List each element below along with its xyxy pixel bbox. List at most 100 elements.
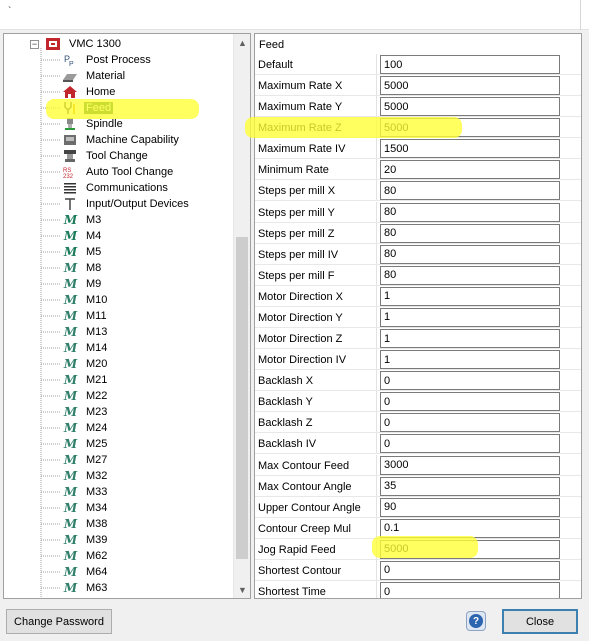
tree-item-feed[interactable]: Feed [62, 100, 114, 116]
tree-item-post-process[interactable]: P P Post Process [62, 52, 153, 68]
property-label: Backlash IV [258, 438, 317, 451]
tree-item-input-output-devices[interactable]: Input/Output Devices [62, 196, 191, 212]
tree-item-tool-change[interactable]: Tool Change [62, 148, 150, 164]
maximum-rate-x-input[interactable] [380, 76, 560, 96]
backlash-z-input[interactable] [380, 413, 560, 433]
tree-item-m3[interactable]: M M3 [62, 212, 103, 228]
m-code-icon: M [63, 389, 77, 403]
tree-item-m62[interactable]: M M62 [62, 548, 109, 564]
tree-item-m34[interactable]: M M34 [62, 500, 109, 516]
tree-item-m39[interactable]: M M39 [62, 532, 109, 548]
property-label: Maximum Rate X [258, 80, 343, 93]
motor-direction-z-input[interactable] [380, 329, 560, 349]
auto-tool-change-icon: RS 232 [62, 165, 78, 179]
tree-item-label: Input/Output Devices [86, 198, 189, 210]
scroll-down-icon[interactable]: ▼ [234, 581, 250, 598]
tree-root-node[interactable]: − VMC 1300 [30, 36, 123, 52]
column-divider [376, 96, 377, 118]
steps-per-mill-iv-input[interactable] [380, 244, 560, 264]
tree-item-m13[interactable]: M M13 [62, 324, 109, 340]
change-password-button[interactable]: Change Password [6, 609, 112, 634]
tree-item-m20[interactable]: M M20 [62, 356, 109, 372]
tree-item-m4[interactable]: M M4 [62, 228, 103, 244]
motor-direction-iv-input[interactable] [380, 350, 560, 370]
property-row-shortest-time: Shortest Time [255, 581, 581, 598]
column-divider [376, 328, 377, 350]
scroll-thumb[interactable] [236, 237, 248, 559]
tree-item-m27[interactable]: M M27 [62, 452, 109, 468]
tree-item-m32[interactable]: M M32 [62, 468, 109, 484]
tree-item-m63[interactable]: M M63 [62, 580, 109, 596]
m-code-icon: M [63, 229, 77, 243]
tree-scrollbar[interactable]: ▲ ▼ [233, 34, 250, 598]
max-contour-angle-input[interactable] [380, 476, 560, 496]
backlash-y-input[interactable] [380, 392, 560, 412]
tree-item-label: M8 [86, 262, 102, 274]
machine-tree[interactable]: − VMC 1300 P P Post Process Material Home Fee… [3, 33, 251, 599]
backlash-iv-input[interactable] [380, 434, 560, 454]
tree-item-m10[interactable]: M M10 [62, 292, 109, 308]
tree-item-auto-tool-change[interactable]: RS 232 Auto Tool Change [62, 164, 175, 180]
column-divider [376, 117, 377, 139]
tree-item-m24[interactable]: M M24 [62, 420, 109, 436]
property-label: Steps per mill F [258, 269, 335, 282]
tree-item-communications[interactable]: Communications [62, 180, 170, 196]
default-input[interactable] [380, 55, 560, 74]
maximum-rate-y-input[interactable] [380, 97, 560, 117]
tree-item-label: M33 [86, 486, 108, 498]
tree-item-spindle[interactable]: Spindle [62, 116, 125, 132]
tree-item-m9[interactable]: M M9 [62, 276, 103, 292]
tree-item-m38[interactable]: M M38 [62, 516, 109, 532]
column-divider [376, 306, 377, 328]
tree-item-label: Spindle [86, 118, 123, 130]
tree-item-label: M20 [86, 358, 108, 370]
m-code-icon: M [63, 565, 77, 579]
help-button[interactable]: ? [466, 611, 486, 631]
steps-per-mill-y-input[interactable] [380, 202, 560, 222]
tree-item-m21[interactable]: M M21 [62, 372, 109, 388]
tree-item-home[interactable]: Home [62, 84, 117, 100]
minimum-rate-input[interactable] [380, 160, 560, 180]
property-label: Contour Creep Mul [258, 522, 351, 535]
property-row-shortest-contour: Shortest Contour [255, 559, 581, 581]
shortest-contour-input[interactable] [380, 560, 560, 580]
tree-item-m33[interactable]: M M33 [62, 484, 109, 500]
title-separator [580, 0, 581, 30]
property-label: Backlash X [258, 375, 314, 388]
max-contour-feed-input[interactable] [380, 455, 560, 475]
maximum-rate-iv-input[interactable] [380, 139, 560, 159]
tree-item-machine-capability[interactable]: Machine Capability [62, 132, 181, 148]
tree-item-label: M14 [86, 342, 108, 354]
steps-per-mill-x-input[interactable] [380, 181, 560, 201]
backlash-x-input[interactable] [380, 371, 560, 391]
steps-per-mill-f-input[interactable] [380, 265, 560, 285]
m-code-icon: M [62, 597, 78, 598]
tree-item-label: Feed [84, 102, 114, 114]
maximum-rate-z-input[interactable] [380, 118, 560, 138]
tree-item-m22[interactable]: M M22 [62, 388, 109, 404]
tree-item-material[interactable]: Material [62, 68, 127, 84]
steps-per-mill-z-input[interactable] [380, 223, 560, 243]
tree-item-m11[interactable]: M M11 [62, 308, 109, 324]
collapse-toggle-icon[interactable]: − [30, 39, 39, 49]
tree-item-m25[interactable]: M M25 [62, 436, 109, 452]
tree-item-label: M9 [86, 278, 102, 290]
property-row-motor-direction-y: Motor Direction Y [255, 306, 581, 328]
close-button[interactable]: Close [502, 609, 578, 634]
scroll-up-icon[interactable]: ▲ [234, 34, 250, 51]
tree-item-m5[interactable]: M M5 [62, 244, 103, 260]
jog-rapid-feed-input[interactable] [380, 539, 560, 559]
tree-item-label: M10 [86, 294, 108, 306]
tree-item-m23[interactable]: M M23 [62, 404, 109, 420]
motor-direction-x-input[interactable] [380, 286, 560, 306]
upper-contour-angle-input[interactable] [380, 497, 560, 517]
property-row-motor-direction-iv: Motor Direction IV [255, 349, 581, 371]
tree-item-m64[interactable]: M M64 [62, 564, 109, 580]
contour-creep-mul-input[interactable] [380, 518, 560, 538]
tree-item-m14[interactable]: M M14 [62, 340, 109, 356]
motor-direction-y-input[interactable] [380, 307, 560, 327]
shortest-time-input[interactable] [380, 582, 560, 598]
tree-item-m8[interactable]: M M8 [62, 260, 103, 276]
tree-item-m65[interactable]: M M65 [62, 596, 109, 598]
tree-item-label: M32 [86, 470, 108, 482]
